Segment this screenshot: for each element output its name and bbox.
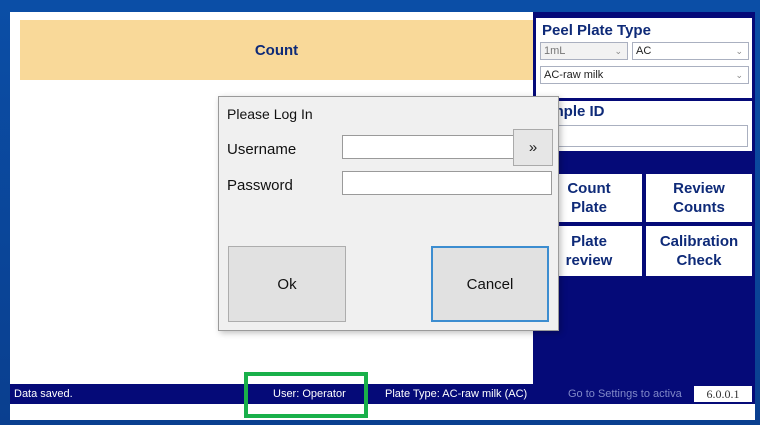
sample-id-input[interactable] bbox=[540, 125, 748, 147]
sample-type-select[interactable]: AC-raw milk ⌄ bbox=[540, 66, 749, 84]
login-dialog: Please Log In Username » Password Ok Can… bbox=[218, 96, 559, 331]
username-label: Username bbox=[227, 141, 297, 158]
user-highlight-box bbox=[244, 372, 368, 418]
chevron-down-icon: ⌄ bbox=[735, 46, 743, 56]
password-label: Password bbox=[227, 177, 293, 194]
plate-preview-label: Plate review bbox=[565, 233, 613, 269]
ok-button-label: Ok bbox=[277, 275, 297, 293]
chevron-down-icon: ⌄ bbox=[614, 46, 622, 56]
volume-value: 1mL bbox=[544, 45, 566, 57]
calibration-check-label: Calibration Check bbox=[659, 233, 739, 269]
sample-id-box: ample ID bbox=[536, 101, 752, 151]
volume-select[interactable]: 1mL ⌄ bbox=[540, 42, 628, 60]
status-plate-type: Plate Type: AC-raw milk (AC) bbox=[385, 388, 528, 400]
sample-type-value: AC-raw milk bbox=[544, 69, 604, 81]
cancel-button-label: Cancel bbox=[466, 275, 514, 293]
login-dialog-title: Please Log In bbox=[227, 106, 313, 122]
ok-button[interactable]: Ok bbox=[228, 246, 346, 322]
review-counts-label: Review Counts bbox=[673, 180, 725, 216]
password-field[interactable] bbox=[342, 171, 552, 195]
plate-type-value: AC bbox=[636, 45, 652, 57]
status-bar: Data saved. User: Operator Plate Type: A… bbox=[10, 384, 755, 404]
plate-type-select[interactable]: AC ⌄ bbox=[632, 42, 749, 60]
count-header-label: Count bbox=[254, 41, 299, 59]
calibration-check-button[interactable]: Calibration Check bbox=[646, 226, 752, 276]
count-plate-label: Count Plate bbox=[567, 180, 611, 216]
peel-plate-type-title: Peel Plate Type bbox=[542, 22, 651, 39]
cancel-button[interactable]: Cancel bbox=[431, 246, 549, 322]
control-panel: Peel Plate Type 1mL ⌄ AC ⌄ AC-raw milk ⌄… bbox=[533, 12, 755, 392]
count-header: Count bbox=[20, 20, 533, 80]
chevron-down-icon: ⌄ bbox=[735, 70, 743, 80]
peel-plate-type-box: Peel Plate Type 1mL ⌄ AC ⌄ AC-raw milk ⌄ bbox=[536, 18, 752, 98]
show-users-button[interactable]: » bbox=[513, 129, 553, 166]
username-field[interactable] bbox=[342, 135, 515, 159]
status-message: Data saved. bbox=[14, 388, 73, 400]
version-label: 6.0.0.1 bbox=[694, 386, 752, 402]
review-counts-button[interactable]: Review Counts bbox=[646, 174, 752, 222]
activation-watermark: Go to Settings to activa bbox=[568, 388, 682, 400]
